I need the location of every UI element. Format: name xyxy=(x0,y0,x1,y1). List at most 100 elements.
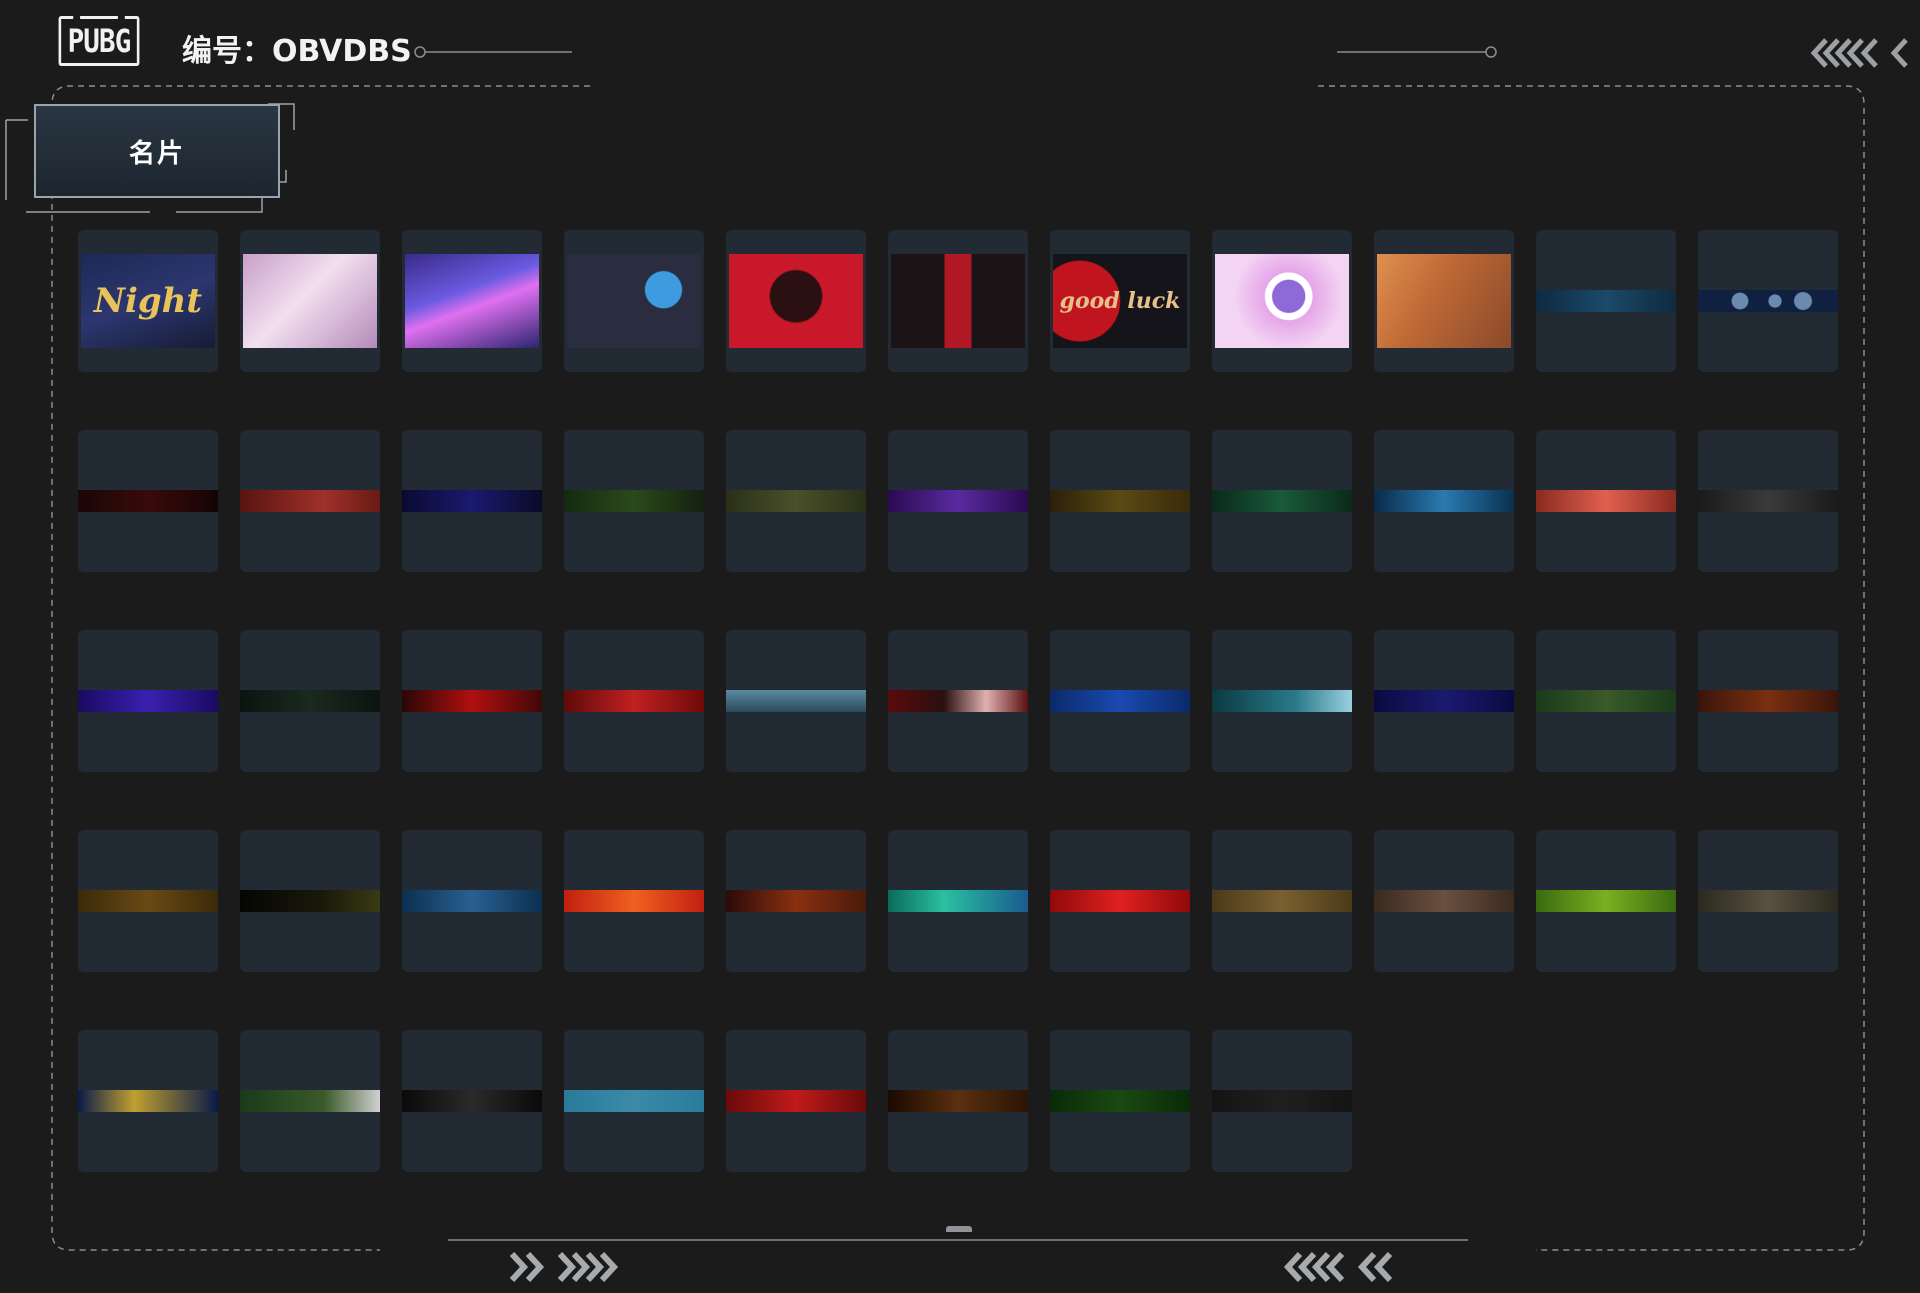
name-card-night[interactable]: Night xyxy=(78,230,218,372)
name-card-strip-43[interactable] xyxy=(1536,830,1676,972)
name-card-strip-40[interactable] xyxy=(1050,830,1190,972)
name-card-strip-50[interactable] xyxy=(888,1030,1028,1172)
name-card-strip-19[interactable] xyxy=(1212,430,1352,572)
name-card-black-wolves[interactable] xyxy=(888,230,1028,372)
card-banner-strip xyxy=(402,690,542,712)
card-thumbnail xyxy=(405,254,539,348)
name-card-strip-35[interactable] xyxy=(240,830,380,972)
card-thumbnail: good luck xyxy=(1053,254,1187,348)
name-card-strip-39[interactable] xyxy=(888,830,1028,972)
name-card-strip-46[interactable] xyxy=(240,1030,380,1172)
name-card-strip-34[interactable] xyxy=(78,830,218,972)
card-banner-strip xyxy=(1050,690,1190,712)
card-thumbnail xyxy=(1215,254,1349,348)
card-thumbnail: Night xyxy=(81,254,215,348)
card-banner-strip xyxy=(888,690,1028,712)
card-thumbnail xyxy=(729,254,863,348)
name-card-strip-38[interactable] xyxy=(726,830,866,972)
card-banner-strip xyxy=(564,690,704,712)
card-banner-strip xyxy=(888,490,1028,512)
name-card-strip-31[interactable] xyxy=(1374,630,1514,772)
name-card-strip-36[interactable] xyxy=(402,830,542,972)
name-card-strip-48[interactable] xyxy=(564,1030,704,1172)
scrollbar-thumb[interactable] xyxy=(946,1226,972,1232)
card-banner-strip xyxy=(1374,490,1514,512)
name-card-strip-20[interactable] xyxy=(1374,430,1514,572)
name-card-strip-13[interactable] xyxy=(240,430,380,572)
name-card-strip-42[interactable] xyxy=(1374,830,1514,972)
chevron-left-icon xyxy=(1283,1251,1393,1283)
card-banner-strip xyxy=(1212,490,1352,512)
card-banner-strip xyxy=(1050,1090,1190,1112)
name-card-strip-14[interactable] xyxy=(402,430,542,572)
name-card-strip-30[interactable] xyxy=(1212,630,1352,772)
name-card-strip-32[interactable] xyxy=(1536,630,1676,772)
name-card-strip-12[interactable] xyxy=(78,430,218,572)
name-card-strip-47[interactable] xyxy=(402,1030,542,1172)
card-banner-strip xyxy=(1050,490,1190,512)
name-card-strip-28[interactable] xyxy=(888,630,1028,772)
name-card-strip-52[interactable] xyxy=(1212,1030,1352,1172)
card-banner-strip xyxy=(564,1090,704,1112)
card-banner-strip xyxy=(1698,490,1838,512)
name-card-strip-22[interactable] xyxy=(1698,430,1838,572)
name-card-strip-49[interactable] xyxy=(726,1030,866,1172)
name-card-strip-24[interactable] xyxy=(240,630,380,772)
name-card-strip-17[interactable] xyxy=(888,430,1028,572)
card-banner-strip xyxy=(1212,1090,1352,1112)
card-banner-strip xyxy=(402,890,542,912)
card-banner-strip xyxy=(402,1090,542,1112)
name-card-strip-25[interactable] xyxy=(402,630,542,772)
card-banner-strip xyxy=(240,690,380,712)
card-banner-strip xyxy=(1374,690,1514,712)
name-card-strip-41[interactable] xyxy=(1212,830,1352,972)
name-card-strip-23[interactable] xyxy=(78,630,218,772)
name-card-moon-phases[interactable] xyxy=(1698,230,1838,372)
name-card-strip-37[interactable] xyxy=(564,830,704,972)
name-card-strip-45[interactable] xyxy=(78,1030,218,1172)
card-thumbnail xyxy=(891,254,1025,348)
name-card-grid: Night good luck xyxy=(78,230,1840,1180)
name-card-good-luck[interactable]: good luck xyxy=(1050,230,1190,372)
name-card-neon-jet[interactable] xyxy=(402,230,542,372)
name-card-goggles-girl[interactable] xyxy=(1374,230,1514,372)
name-card-astronaut[interactable] xyxy=(564,230,704,372)
card-banner-strip xyxy=(402,490,542,512)
card-banner-strip xyxy=(240,490,380,512)
card-banner-strip xyxy=(726,690,866,712)
chevron-left-icon xyxy=(1810,38,1908,68)
card-banner-strip xyxy=(726,1090,866,1112)
name-card-blue-strip[interactable] xyxy=(1536,230,1676,372)
card-art-text: Night xyxy=(93,281,203,321)
card-banner-strip xyxy=(1698,890,1838,912)
name-card-strip-33[interactable] xyxy=(1698,630,1838,772)
name-card-bunnies[interactable] xyxy=(240,230,380,372)
name-card-flower[interactable] xyxy=(1212,230,1352,372)
name-card-strip-44[interactable] xyxy=(1698,830,1838,972)
name-card-strip-29[interactable] xyxy=(1050,630,1190,772)
card-thumbnail xyxy=(567,254,701,348)
card-banner-strip xyxy=(240,890,380,912)
card-banner-strip xyxy=(564,490,704,512)
card-banner-strip xyxy=(888,1090,1028,1112)
card-banner-strip xyxy=(1212,690,1352,712)
name-card-strip-27[interactable] xyxy=(726,630,866,772)
tab-name-cards[interactable]: 名片 xyxy=(34,104,280,198)
card-banner-strip xyxy=(726,490,866,512)
card-banner-strip xyxy=(1536,690,1676,712)
card-banner-strip xyxy=(1536,490,1676,512)
name-card-strip-26[interactable] xyxy=(564,630,704,772)
name-card-chained-wolf[interactable] xyxy=(726,230,866,372)
card-banner-strip xyxy=(888,890,1028,912)
name-card-strip-51[interactable] xyxy=(1050,1030,1190,1172)
name-card-strip-18[interactable] xyxy=(1050,430,1190,572)
tab-label: 名片 xyxy=(128,138,185,169)
name-card-strip-15[interactable] xyxy=(564,430,704,572)
name-card-strip-21[interactable] xyxy=(1536,430,1676,572)
card-thumbnail xyxy=(1377,254,1511,348)
name-card-strip-16[interactable] xyxy=(726,430,866,572)
chevron-right-icon xyxy=(509,1251,619,1283)
card-banner-strip xyxy=(726,890,866,912)
card-banner-strip xyxy=(78,890,218,912)
card-banner-strip xyxy=(1212,890,1352,912)
